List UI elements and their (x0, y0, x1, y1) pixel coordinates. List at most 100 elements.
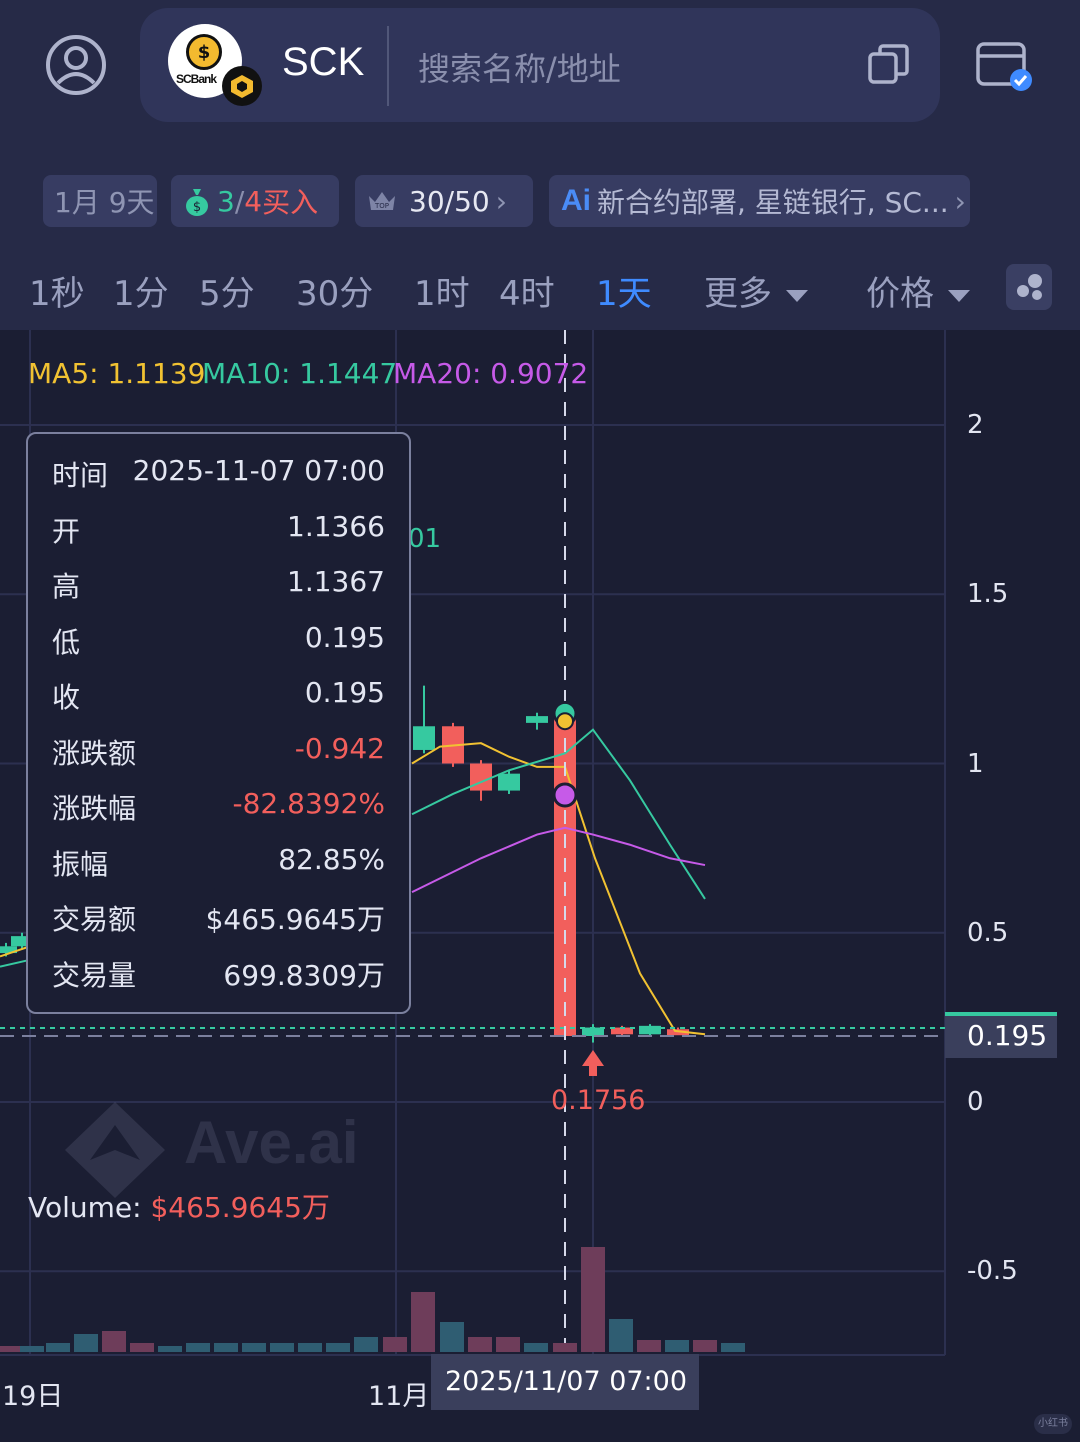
dollar-coin-icon: $ (186, 34, 222, 70)
tooltip-row: 振幅 82.85% (28, 843, 409, 899)
tooltip-label: 高 (52, 570, 81, 603)
top-holders-count: 30/50 (409, 184, 490, 218)
volume-bar (553, 1343, 577, 1352)
top-holders-chip[interactable]: TOP 30/50 › (355, 175, 533, 227)
volume-bar (0, 1346, 20, 1352)
tooltip-label: 低 (52, 625, 81, 659)
volume-bar (186, 1343, 210, 1352)
token-symbol[interactable]: SCK (282, 40, 364, 85)
tooltip-value: 1.1367 (287, 565, 385, 598)
y-tick-label: 0 (967, 1087, 984, 1117)
candle-body (413, 726, 435, 750)
tab-30m[interactable]: 30分 (296, 266, 373, 315)
ai-icon: Ai (561, 184, 591, 217)
caret-down-icon (948, 289, 970, 302)
peek-label: 01 (408, 524, 442, 554)
corner-mark: 小红书 (1034, 1414, 1072, 1434)
search-input[interactable]: 搜索名称/地址 (418, 44, 621, 90)
svg-text:TOP: TOP (374, 202, 389, 210)
chart-settings-button[interactable] (1006, 264, 1052, 310)
volume-bar (383, 1337, 407, 1352)
volume-bar (158, 1346, 182, 1352)
tooltip-value: $465.9645万 (205, 903, 385, 936)
volume-bar (46, 1343, 70, 1352)
chevron-right-icon: › (495, 184, 507, 218)
tooltip-row: 开 1.1366 (28, 510, 409, 566)
volume-bar (102, 1331, 126, 1352)
tooltip-row: 交易量 699.8309万 (28, 954, 409, 1010)
tooltip-label: 涨跌幅 (52, 792, 137, 825)
low-arrow-icon (582, 1049, 604, 1066)
y-tick-label: 2 (967, 410, 984, 440)
tooltip-row: 交易额 $465.9645万 (28, 898, 409, 954)
volume-bar (468, 1337, 492, 1352)
volume-bar (581, 1247, 605, 1352)
volume-value: $465.9645万 (150, 1191, 330, 1224)
search-bar[interactable]: $ SCBank SCK 搜索名称/地址 (140, 8, 940, 122)
volume-bar (637, 1340, 661, 1352)
tooltip-row: 低 0.195 (28, 621, 409, 677)
x-tick-label: 11月 (368, 1381, 430, 1412)
tooltip-value: -82.8392% (232, 787, 386, 820)
ave-logo-icon (65, 1102, 165, 1198)
tab-1d[interactable]: 1天 (596, 266, 652, 315)
indicator-icon (1017, 274, 1042, 300)
tooltip-row: 高 1.1367 (28, 565, 409, 621)
tab-5m[interactable]: 5分 (199, 266, 255, 315)
tooltip-label: 时间 (52, 459, 109, 492)
copy-icon[interactable] (866, 42, 912, 88)
tooltip-value: 0.195 (304, 676, 385, 709)
tooltip-value: 699.8309万 (223, 958, 385, 992)
crown-icon: TOP (369, 192, 395, 210)
ma20-marker (552, 782, 578, 808)
bnb-chain-icon (222, 66, 262, 106)
price-dropdown[interactable]: 价格 (866, 266, 970, 315)
volume-bar (411, 1292, 435, 1352)
y-tick-label: -0.5 (967, 1256, 1018, 1286)
volume-bar (693, 1340, 717, 1352)
money-bag-icon: $ (186, 189, 208, 216)
buy-count-a: 3 (217, 184, 235, 218)
price-label: 价格 (866, 274, 934, 314)
volume-bar (20, 1346, 44, 1352)
volume-bar (130, 1343, 154, 1352)
ai-summary-text: 新合约部署, 星链银行, SC... (597, 186, 949, 219)
y-tick-label: 1.5 (967, 579, 1009, 609)
tooltip-label: 涨跌额 (52, 736, 137, 770)
candle-body (498, 773, 520, 791)
ai-summary-chip[interactable]: Ai 新合约部署, 星链银行, SC... › (549, 175, 970, 227)
tooltip-row: 涨跌额 -0.942 (28, 732, 409, 788)
tab-4h[interactable]: 4时 (499, 266, 555, 315)
volume-bar (524, 1343, 548, 1352)
buy-count-chip[interactable]: $ 3 / 4 买入 (171, 175, 339, 227)
volume-bar (721, 1343, 745, 1352)
volume-bar (214, 1343, 238, 1352)
user-icon[interactable] (44, 33, 108, 97)
tooltip-row: 时间 2025-11-07 07:00 (28, 454, 409, 510)
info-chips: 1月 9天 $ 3 / 4 买入 TOP 30/50 › Ai 新合约部署, 星… (0, 150, 1080, 240)
more-label: 更多 (704, 274, 772, 314)
caret-down-icon (786, 289, 808, 302)
timeframe-tabs: 1秒 1分 5分 30分 1时 4时 1天 更多 价格 (0, 240, 1080, 330)
volume-bar (440, 1322, 464, 1352)
wallet-icon[interactable] (975, 36, 1035, 94)
y-tick-label: 0.5 (967, 918, 1009, 948)
volume-bar (298, 1343, 322, 1352)
volume-bar (609, 1319, 633, 1352)
tab-1s[interactable]: 1秒 (29, 266, 85, 315)
token-age-chip: 1月 9天 (43, 175, 157, 227)
more-dropdown[interactable]: 更多 (704, 266, 808, 315)
volume-bar (74, 1334, 98, 1352)
volume-bar (242, 1343, 266, 1352)
tooltip-value: -0.942 (294, 731, 385, 765)
tooltip-label: 交易量 (52, 958, 137, 992)
ma10-label: MA10: 1.1447 (202, 357, 398, 390)
tooltip-value: 2025-11-07 07:00 (132, 454, 385, 487)
candle-tooltip: 时间 2025-11-07 07:00 开 1.1366 高 1.1367 低 0.195 收 0… (26, 432, 411, 1014)
tab-1m[interactable]: 1分 (113, 266, 169, 315)
volume-label: Volume: $465.9645万 (28, 1186, 330, 1226)
header-bar: $ SCBank SCK 搜索名称/地址 (0, 0, 1080, 150)
current-price-tag: 0.195 (945, 1012, 1057, 1058)
tooltip-label: 交易额 (52, 903, 137, 936)
tab-1h[interactable]: 1时 (414, 266, 470, 315)
